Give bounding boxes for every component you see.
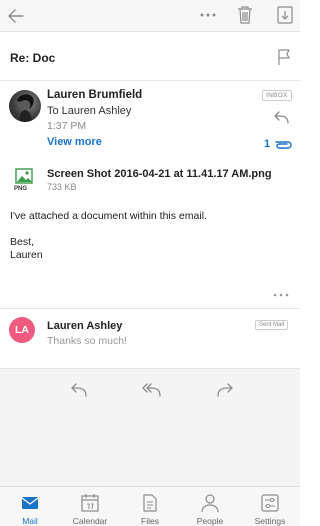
bottom-tab-bar: Mail Calendar Files People Settings	[0, 486, 300, 526]
flag-icon[interactable]	[276, 48, 292, 66]
body-line: Lauren	[10, 249, 43, 261]
reply-all-button-icon[interactable]	[140, 381, 162, 397]
paperclip-icon[interactable]	[274, 139, 292, 149]
reply-button-icon[interactable]	[68, 381, 90, 397]
message-time: 1:37 PM	[47, 120, 87, 132]
sender-name[interactable]: Lauren Brumfield	[47, 89, 142, 101]
message-more-icon[interactable]	[271, 291, 291, 299]
more-icon[interactable]	[198, 7, 218, 23]
calendar-icon	[81, 494, 99, 512]
tab-settings[interactable]: Settings	[240, 487, 300, 526]
reply-sender-name[interactable]: Lauren Ashley	[47, 320, 122, 332]
folder-badge: INBOX	[262, 90, 292, 101]
files-icon	[143, 494, 157, 512]
tab-mail[interactable]: Mail	[0, 487, 60, 526]
settings-icon	[261, 494, 279, 512]
avatar-photo-icon	[17, 94, 34, 122]
view-more-link[interactable]: View more	[47, 136, 102, 148]
tab-files[interactable]: Files	[120, 487, 180, 526]
mail-icon	[21, 497, 39, 509]
reply-preview[interactable]: Thanks so much!	[47, 335, 127, 347]
tab-people[interactable]: People	[180, 487, 240, 526]
sent-mail-badge: Sent Mail	[255, 320, 289, 330]
top-toolbar	[0, 0, 300, 32]
action-area	[0, 368, 300, 486]
divider	[0, 308, 300, 309]
message-body: I've attached a document within this ema…	[10, 210, 207, 262]
people-icon	[201, 494, 219, 513]
recipient-line: To Lauren Ashley	[47, 105, 132, 117]
tab-label: Mail	[22, 516, 38, 526]
tab-calendar[interactable]: Calendar	[60, 487, 120, 526]
image-file-icon[interactable]	[14, 166, 34, 186]
sender-avatar[interactable]	[9, 90, 41, 122]
tab-label: Files	[141, 516, 159, 526]
reply-avatar[interactable]: LA	[9, 317, 35, 343]
body-line: Best,	[10, 236, 34, 248]
forward-button-icon[interactable]	[214, 381, 236, 397]
body-line	[10, 223, 207, 236]
attachment-name[interactable]: Screen Shot 2016-04-21 at 11.41.17 AM.pn…	[47, 168, 272, 180]
attachment-count[interactable]: 1	[264, 138, 270, 150]
tab-label: Calendar	[72, 516, 108, 526]
subject-bar: Re: Doc	[0, 33, 300, 81]
file-type-label: PNG	[14, 186, 28, 192]
reply-icon[interactable]	[272, 110, 290, 124]
archive-icon[interactable]	[276, 5, 294, 25]
tab-label: Settings	[254, 516, 286, 526]
tab-label: People	[196, 516, 224, 526]
back-arrow-icon[interactable]	[6, 6, 26, 26]
email-subject: Re: Doc	[10, 51, 56, 65]
body-line: I've attached a document within this ema…	[10, 210, 207, 222]
trash-icon[interactable]	[236, 5, 254, 25]
attachment-size: 733 KB	[47, 182, 77, 192]
